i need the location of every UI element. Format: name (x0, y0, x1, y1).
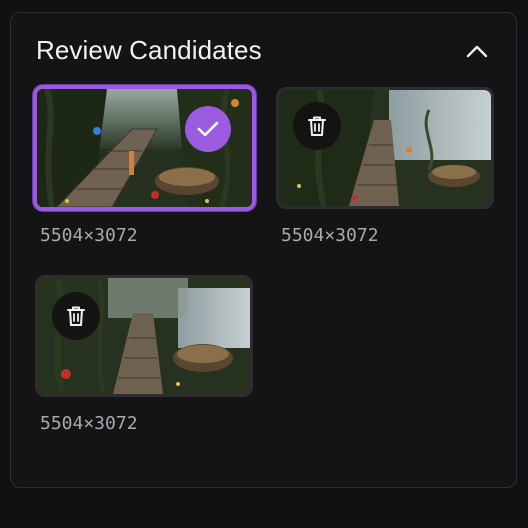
image-dimensions: 5504×3072 (281, 225, 379, 246)
candidate-thumbnail-selected[interactable] (33, 85, 256, 211)
trash-icon (308, 116, 326, 136)
delete-candidate-button[interactable] (52, 292, 100, 340)
collapse-button[interactable] (463, 39, 491, 63)
trash-icon (67, 306, 85, 326)
candidate-thumbnail[interactable] (35, 275, 253, 397)
panel-title: Review Candidates (36, 35, 262, 65)
checkmark-icon (197, 121, 219, 137)
image-dimensions: 5504×3072 (40, 225, 138, 246)
candidate-thumbnail[interactable] (276, 87, 494, 209)
selected-badge (185, 106, 231, 152)
panel-header: Review Candidates (11, 13, 516, 89)
delete-candidate-button[interactable] (293, 102, 341, 150)
chevron-up-icon (466, 45, 488, 58)
image-dimensions: 5504×3072 (40, 413, 138, 434)
